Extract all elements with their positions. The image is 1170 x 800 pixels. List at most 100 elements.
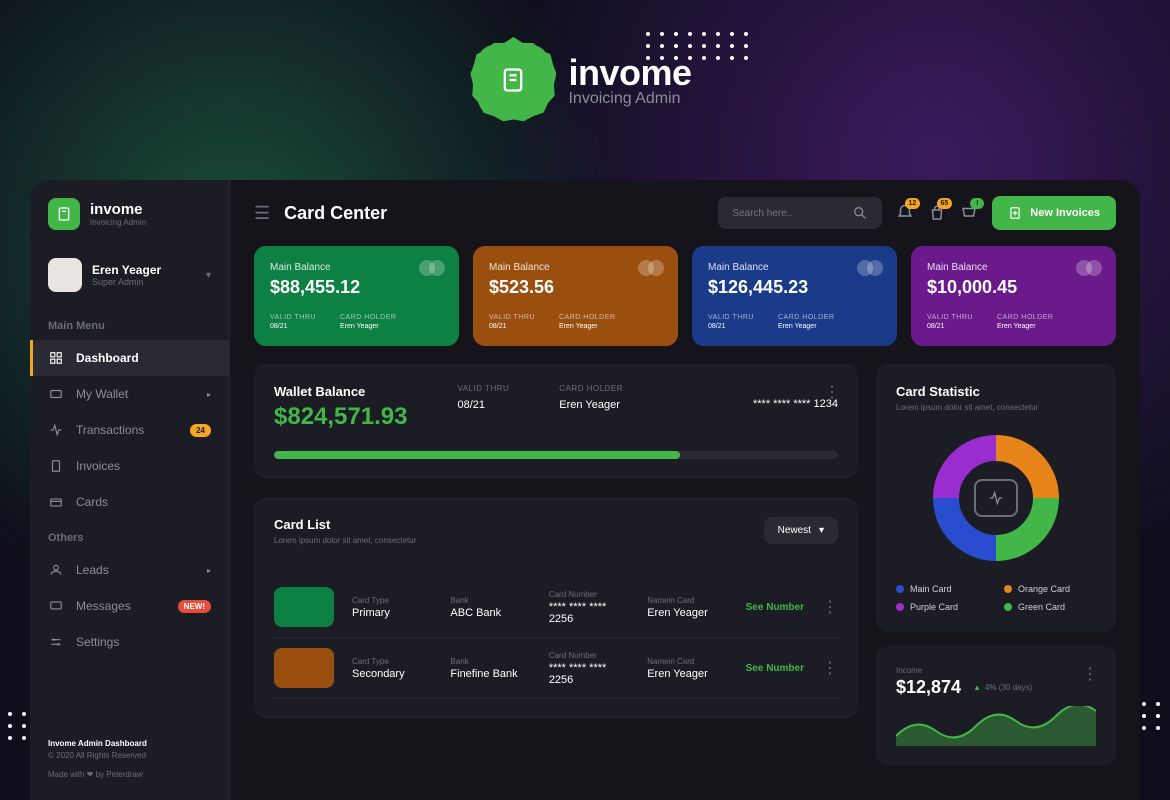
wallet-title: Wallet Balance	[274, 384, 407, 399]
card-list-panel: Card List Lorem ipsum dolor sit amet, co…	[254, 497, 858, 719]
logo-text: invome	[90, 201, 146, 218]
bell-icon[interactable]: 12	[896, 204, 914, 222]
legend-item: Green Card	[1004, 602, 1096, 612]
page-title: Card Center	[284, 203, 387, 224]
wallet-icon	[48, 386, 64, 402]
search-input[interactable]	[732, 208, 812, 219]
list-sub: Lorem ipsum dolor sit amet, consectetur	[274, 536, 416, 545]
search-box[interactable]	[718, 197, 882, 229]
chevron-right-icon: ▸	[207, 390, 211, 399]
sidebar: invome Invoicing Admin Eren Yeager Super…	[30, 180, 230, 800]
user-icon	[48, 562, 64, 578]
chevron-right-icon: ▸	[207, 566, 211, 575]
more-icon[interactable]: ⋮	[1082, 664, 1098, 684]
sidebar-item-label: Leads	[76, 563, 109, 577]
sidebar-item-messages[interactable]: Messages NEW!	[30, 588, 229, 624]
brand-badge	[478, 45, 548, 115]
grid-icon	[48, 350, 64, 366]
see-number-button[interactable]: See Number	[746, 663, 804, 674]
logo-badge	[48, 198, 80, 230]
message-icon	[48, 598, 64, 614]
new-invoices-button[interactable]: New Invoices	[992, 196, 1116, 230]
sidebar-item-wallet[interactable]: My Wallet ▸	[30, 376, 229, 412]
avatar	[48, 258, 82, 292]
card-list-row: Card TypeSecondary BankFinefine Bank Car…	[274, 638, 838, 699]
sidebar-item-label: Invoices	[76, 459, 120, 473]
donut-chart	[926, 428, 1066, 568]
card-label: Main Balance	[708, 262, 881, 273]
sidebar-item-dashboard[interactable]: Dashboard	[30, 340, 229, 376]
card-value: $126,445.23	[708, 277, 881, 298]
sidebar-item-settings[interactable]: Settings	[30, 624, 229, 660]
more-icon[interactable]: ⋮	[822, 658, 838, 678]
card-value: $523.56	[489, 277, 662, 298]
balance-card[interactable]: Main Balance $88,455.12 VALID THRU08/21 …	[254, 246, 459, 346]
receipt-icon	[499, 66, 527, 94]
sidebar-footer: Invome Admin Dashboard © 2020 All Rights…	[30, 738, 229, 782]
settings-icon	[48, 634, 64, 650]
mastercard-icon	[638, 260, 664, 276]
topbar: ☰ Card Center 12 65 ! New Invoices	[230, 180, 1140, 246]
sidebar-item-label: Transactions	[76, 423, 144, 437]
card-value: $10,000.45	[927, 277, 1100, 298]
card-thumb	[274, 587, 334, 627]
card-statistic-panel: Card Statistic Lorem ipsum dolor sit ame…	[876, 364, 1116, 632]
cart-icon[interactable]: !	[960, 204, 978, 222]
chevron-down-icon: ▾	[819, 525, 824, 536]
card-value: $88,455.12	[270, 277, 443, 298]
sidebar-item-label: My Wallet	[76, 387, 128, 401]
badge-new: NEW!	[178, 600, 211, 613]
list-title: Card List	[274, 517, 416, 532]
sidebar-item-label: Dashboard	[76, 351, 139, 365]
income-change: ▲4% (30 days)	[973, 683, 1032, 692]
badge: 24	[190, 424, 211, 437]
income-value: $12,874	[896, 677, 961, 698]
activity-icon	[48, 422, 64, 438]
card-list-row: Card TypePrimary BankABC Bank Card Numbe…	[274, 577, 838, 638]
income-panel: ⋮ Income $12,874 ▲4% (30 days)	[876, 646, 1116, 766]
user-role: Super Admin	[92, 277, 161, 287]
legend-item: Main Card	[896, 584, 988, 594]
user-profile[interactable]: Eren Yeager Super Admin ▾	[30, 248, 229, 302]
card-label: Main Balance	[927, 262, 1100, 273]
sidebar-item-leads[interactable]: Leads ▸	[30, 552, 229, 588]
mastercard-icon	[419, 260, 445, 276]
income-sparkline	[896, 706, 1096, 746]
sidebar-item-transactions[interactable]: Transactions 24	[30, 412, 229, 448]
chevron-down-icon: ▾	[206, 270, 211, 281]
activity-icon	[974, 479, 1018, 517]
wallet-progress	[274, 451, 838, 459]
mastercard-icon	[857, 260, 883, 276]
more-icon[interactable]: ⋮	[822, 597, 838, 617]
search-icon[interactable]	[852, 205, 868, 221]
more-icon[interactable]: ⋮	[824, 382, 840, 402]
legend-item: Purple Card	[896, 602, 988, 612]
see-number-button[interactable]: See Number	[746, 602, 804, 613]
sidebar-logo[interactable]: invome Invoicing Admin	[30, 198, 229, 248]
balance-card[interactable]: Main Balance $523.56 VALID THRU08/21 CAR…	[473, 246, 678, 346]
sidebar-item-cards[interactable]: Cards	[30, 484, 229, 520]
section-others: Others	[30, 520, 229, 552]
card-label: Main Balance	[489, 262, 662, 273]
balance-card[interactable]: Main Balance $10,000.45 VALID THRU08/21 …	[911, 246, 1116, 346]
plus-file-icon	[1008, 206, 1022, 220]
sidebar-item-label: Cards	[76, 495, 108, 509]
sidebar-item-invoices[interactable]: Invoices	[30, 448, 229, 484]
bag-icon[interactable]: 65	[928, 204, 946, 222]
card-thumb	[274, 648, 334, 688]
brand-tagline: Invoicing Admin	[568, 90, 691, 108]
menu-icon[interactable]: ☰	[254, 203, 270, 224]
card-icon	[48, 494, 64, 510]
user-name: Eren Yeager	[92, 263, 161, 277]
file-icon	[48, 458, 64, 474]
wallet-value: $824,571.93	[274, 403, 407, 431]
legend-item: Orange Card	[1004, 584, 1096, 594]
hero-banner: invome Invoicing Admin	[0, 0, 1170, 150]
wallet-panel: ⋮ Wallet Balance $824,571.93 VALID THRU …	[254, 364, 858, 479]
balance-card[interactable]: Main Balance $126,445.23 VALID THRU08/21…	[692, 246, 897, 346]
stat-title: Card Statistic	[896, 384, 1096, 399]
main-content: ☰ Card Center 12 65 ! New Invoices Main …	[230, 180, 1140, 800]
sort-button[interactable]: Newest ▾	[764, 517, 838, 544]
section-main-menu: Main Menu	[30, 308, 229, 340]
stat-sub: Lorem ipsum dolor sit amet, consectetur	[896, 403, 1096, 412]
